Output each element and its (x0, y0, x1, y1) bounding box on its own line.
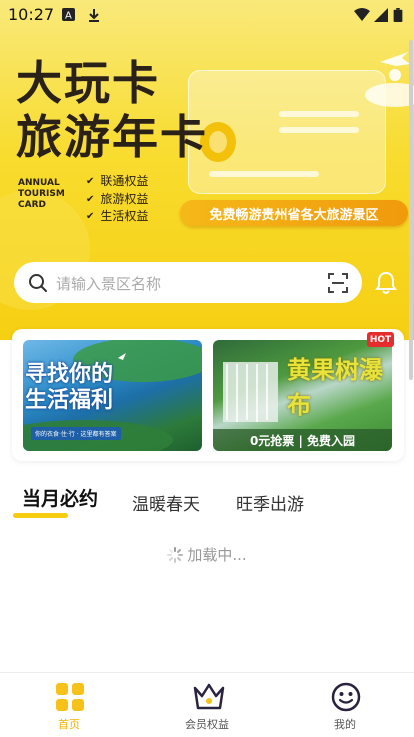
loading-text: 加载中... (187, 546, 247, 564)
nav-membership-label: 会员权益 (185, 718, 229, 731)
promo-card-waterfall-title: 黄果树瀑布 (287, 356, 383, 419)
tab-warm-spring[interactable]: 温暖春天 (132, 490, 200, 515)
spinner-icon (167, 547, 184, 563)
banner-benefits: ✔ 联通权益 ✔ 旅游权益 ✔ 生活权益 (86, 173, 148, 226)
search-icon (29, 274, 47, 292)
crown-icon (193, 683, 225, 710)
download-icon (89, 9, 99, 22)
svg-text:A: A (65, 11, 72, 22)
banner-title-line2: 旅游年卡 (16, 110, 208, 164)
scrollbar[interactable] (409, 40, 413, 380)
search-bar[interactable]: 请输入景区名称 (14, 262, 362, 303)
wifi-icon (354, 8, 370, 21)
signal-icon (374, 8, 388, 22)
promo-cards: 寻找你的 生活福利 你的衣食·住·行 · 这里都有答案 黄果树瀑布 0元抢票 |… (12, 329, 404, 461)
benefit-item: ✔ 旅游权益 (86, 191, 148, 209)
promo-card-subtitle: 你的衣食·住·行 · 这里都有答案 (31, 427, 121, 440)
benefit-item: ✔ 生活权益 (86, 208, 148, 226)
bottom-nav: 首页 会员权益 我的 (0, 672, 414, 737)
check-icon: ✔ (86, 193, 95, 205)
promo-card-life-benefits[interactable]: 寻找你的 生活福利 你的衣食·住·行 · 这里都有答案 (23, 340, 202, 451)
check-icon: ✔ (86, 176, 95, 187)
nav-home-label: 首页 (58, 718, 80, 731)
tab-peak-travel[interactable]: 旺季出游 (236, 490, 304, 515)
scan-icon[interactable] (328, 273, 348, 293)
status-bar: 10:27 A (0, 0, 414, 30)
bell-icon[interactable] (375, 271, 397, 295)
promo-card-title-1: 寻找你的 (25, 362, 114, 387)
smiley-icon (331, 682, 361, 712)
status-time: 10:27 (8, 5, 55, 24)
nav-mine[interactable]: 我的 (295, 673, 395, 737)
nav-home[interactable]: 首页 (19, 673, 119, 737)
hero-banner: 10:27 A 大玩卡 旅游年卡 ANNUAL TOURISM CARD ✔ 联通… (0, 0, 414, 340)
battery-icon (393, 8, 403, 22)
category-tabs: 当月必约 温暖春天 旺季出游 (0, 484, 414, 524)
banner-pill[interactable]: 免费畅游贵州省各大旅游景区 (180, 200, 408, 226)
benefit-item: ✔ 联通权益 (86, 173, 148, 191)
promo-card-title-2: 生活福利 (25, 388, 114, 413)
promo-card-waterfall[interactable]: 黄果树瀑布 0元抢票 | 免费入园 (213, 340, 392, 451)
active-tab-indicator (13, 513, 68, 518)
nav-membership[interactable]: 会员权益 (157, 673, 257, 737)
loading-indicator: 加载中... (0, 544, 414, 565)
banner-english: ANNUAL TOURISM CARD (18, 178, 65, 210)
notification-a-icon: A (62, 8, 75, 22)
tab-monthly[interactable]: 当月必约 (22, 484, 98, 511)
banner-title-line1: 大玩卡 (16, 56, 160, 110)
hot-badge: HOT (367, 332, 394, 347)
home-grid-icon (56, 683, 84, 711)
nav-mine-label: 我的 (334, 718, 356, 731)
search-input[interactable]: 请输入景区名称 (56, 273, 161, 294)
promo-card-waterfall-cta: 0元抢票 | 免费入园 (213, 429, 392, 451)
check-icon: ✔ (86, 211, 95, 222)
